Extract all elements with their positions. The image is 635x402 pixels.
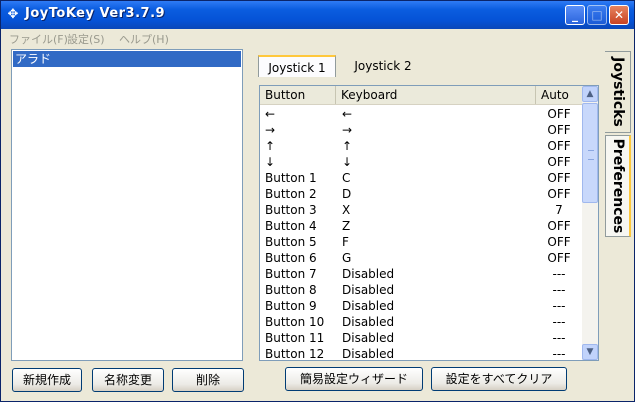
row-button-cell: Button 10 [265,315,325,329]
table-rows: ← ← OFF → → OFF ↑ ↑ OFF ↓ ↓ OFF Button 1 C OFF Button 2… [260,106,582,361]
window-title: JoyToKey Ver3.7.9 [25,6,166,21]
row-auto-cell: OFF [547,235,571,249]
row-auto-cell: 7 [555,203,563,217]
row-keyboard-cell: → [342,123,353,137]
row-auto-cell: OFF [547,107,571,121]
row-auto-cell: --- [552,267,566,281]
row-keyboard-cell: ↓ [342,155,353,169]
table-row[interactable]: Button 12 Disabled --- [260,346,582,361]
minimize-button[interactable]: _ [565,5,585,25]
row-keyboard-cell: Disabled [342,331,395,345]
row-auto-cell: --- [552,315,566,329]
row-auto-cell: --- [552,283,566,297]
row-auto-cell: --- [552,299,566,313]
menu-settings[interactable]: 設定(S) [67,31,105,47]
table-row[interactable]: → → OFF [260,122,582,138]
row-button-cell: ← [265,107,276,121]
column-header-keyboard[interactable]: Keyboard [336,86,536,104]
close-button[interactable]: ✕ [609,5,629,25]
table-row[interactable]: Button 3 X 7 [260,202,582,218]
row-auto-cell: OFF [547,251,571,265]
grip-icon [588,150,594,160]
row-button-cell: Button 3 [265,203,317,217]
button-mapping-table: Button Keyboard Auto ← ← OFF → → OFF ↑ ↑ OFF ↓ ↓ OF… [259,85,599,361]
table-row[interactable]: Button 2 D OFF [260,186,582,202]
row-auto-cell: --- [552,331,566,345]
row-keyboard-cell: Disabled [342,283,395,297]
side-tab-preferences[interactable]: Preferences [605,135,631,237]
row-keyboard-cell: G [342,251,352,265]
menu-help[interactable]: ヘルプ(H) [119,31,169,47]
table-row[interactable]: Button 4 Z OFF [260,218,582,234]
table-row[interactable]: Button 10 Disabled --- [260,314,582,330]
clear-all-button[interactable]: 設定をすべてクリア [431,367,567,391]
row-auto-cell: OFF [547,139,571,153]
delete-config-button[interactable]: 削除 [172,368,244,392]
title-bar[interactable]: ✥ JoyToKey Ver3.7.9 _ □ ✕ [1,1,634,29]
rename-config-button[interactable]: 名称変更 [92,368,164,392]
side-tab-preferences-label: Preferences [609,138,626,234]
scrollbar-thumb[interactable] [582,103,598,203]
row-button-cell: Button 9 [265,299,317,313]
row-button-cell: ↓ [265,155,276,169]
vertical-scrollbar[interactable]: ▲ ▼ [582,86,598,360]
joystick-icon[interactable]: ✥ [5,7,21,23]
row-button-cell: ↑ [265,139,276,153]
tab-joystick-1[interactable]: Joystick 1 [258,55,336,77]
row-button-cell: Button 7 [265,267,317,281]
menu-bar: ファイル(F) 設定(S) ヘルプ(H) [1,29,634,47]
menu-file[interactable]: ファイル(F) [9,31,68,47]
row-keyboard-cell: X [342,203,351,217]
table-row[interactable]: Button 1 C OFF [260,170,582,186]
row-button-cell: Button 6 [265,251,317,265]
table-row[interactable]: Button 11 Disabled --- [260,330,582,346]
row-keyboard-cell: F [342,235,349,249]
row-auto-cell: OFF [547,171,571,185]
row-auto-cell: OFF [547,219,571,233]
row-keyboard-cell: ↑ [342,139,353,153]
table-row[interactable]: Button 6 G OFF [260,250,582,266]
app-window: ✥ JoyToKey Ver3.7.9 _ □ ✕ ファイル(F) 設定(S) … [0,0,635,402]
side-tab-joysticks-label: Joysticks [609,57,626,127]
config-list-item[interactable]: アラド [13,51,241,67]
row-button-cell: Button 2 [265,187,317,201]
table-row[interactable]: ↑ ↑ OFF [260,138,582,154]
row-keyboard-cell: D [342,187,352,201]
row-button-cell: → [265,123,276,137]
row-auto-cell: OFF [547,123,571,137]
row-auto-cell: OFF [547,155,571,169]
table-row[interactable]: Button 9 Disabled --- [260,298,582,314]
table-row[interactable]: Button 5 F OFF [260,234,582,250]
row-keyboard-cell: Disabled [342,347,395,361]
row-button-cell: Button 1 [265,171,317,185]
row-keyboard-cell: Z [342,219,351,233]
row-button-cell: Button 11 [265,331,325,345]
row-keyboard-cell: Disabled [342,267,395,281]
table-header: Button Keyboard Auto [260,86,582,105]
row-auto-cell: --- [552,347,566,361]
new-config-button[interactable]: 新規作成 [12,368,82,392]
maximize-button[interactable]: □ [587,5,607,25]
table-row[interactable]: ← ← OFF [260,106,582,122]
config-list[interactable]: アラド [11,49,243,361]
row-keyboard-cell: Disabled [342,315,395,329]
row-button-cell: Button 5 [265,235,317,249]
column-header-button[interactable]: Button [260,86,336,104]
row-keyboard-cell: C [342,171,351,185]
table-row[interactable]: ↓ ↓ OFF [260,154,582,170]
column-header-auto[interactable]: Auto [536,86,582,104]
row-keyboard-cell: Disabled [342,299,395,313]
side-tab-joysticks[interactable]: Joysticks [605,51,631,133]
setup-wizard-button[interactable]: 簡易設定ウィザード [285,367,423,391]
tab-joystick-2[interactable]: Joystick 2 [343,55,423,77]
row-button-cell: Button 8 [265,283,317,297]
row-keyboard-cell: ← [342,107,353,121]
table-row[interactable]: Button 7 Disabled --- [260,266,582,282]
row-button-cell: Button 4 [265,219,317,233]
table-row[interactable]: Button 8 Disabled --- [260,282,582,298]
scroll-down-icon[interactable]: ▼ [582,344,598,360]
row-auto-cell: OFF [547,187,571,201]
row-button-cell: Button 12 [265,347,325,361]
scroll-up-icon[interactable]: ▲ [582,86,598,102]
